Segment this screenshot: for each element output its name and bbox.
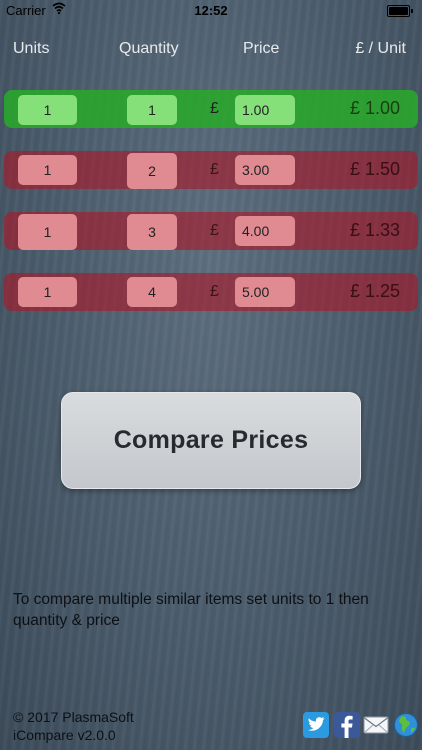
compare-prices-button[interactable]: Compare Prices [61,392,361,489]
currency-symbol: £ [210,100,219,117]
item-row-2: 1 2 £ 3.00 £ 1.50 [4,151,418,189]
instructions-text: To compare multiple similar items set un… [13,591,369,629]
footer: © 2017 PlasmaSoft iCompare v2.0.0 [13,708,134,744]
battery-fill [389,7,408,15]
currency-symbol: £ [210,283,219,300]
quantity-field[interactable]: 4 [127,277,177,307]
units-field[interactable]: 1 [18,214,77,250]
copyright-text: © 2017 PlasmaSoft [13,709,134,725]
facebook-icon[interactable] [334,712,360,738]
twitter-icon[interactable] [303,712,329,738]
column-header-quantity: Quantity [119,40,179,57]
currency-symbol: £ [210,222,219,239]
quantity-field[interactable]: 1 [127,95,177,125]
mail-icon[interactable] [363,712,389,738]
price-field[interactable]: 4.00 [235,216,295,246]
price-field[interactable]: 3.00 [235,155,295,185]
column-header-price-per-unit: £ / Unit [355,40,406,57]
price-per-unit: £ 1.00 [349,98,400,118]
version-text: iCompare v2.0.0 [13,727,116,743]
price-per-unit: £ 1.33 [349,220,400,240]
battery-icon [387,5,413,17]
units-field[interactable]: 1 [18,95,77,125]
price-field[interactable]: 1.00 [235,95,295,125]
units-field[interactable]: 1 [18,277,77,307]
price-per-unit: £ 1.50 [349,159,400,179]
battery-nub [411,9,413,13]
units-field[interactable]: 1 [18,155,77,185]
status-bar: Carrier 12:52 [0,0,422,22]
quantity-field[interactable]: 2 [127,153,177,189]
column-header-units: Units [13,40,50,57]
item-row-4: 1 4 £ 5.00 £ 1.25 [4,273,418,311]
web-icon[interactable] [393,712,419,738]
column-header-price: Price [243,40,280,57]
quantity-field[interactable]: 3 [127,214,177,250]
price-per-unit: £ 1.25 [349,281,400,301]
item-row-3: 1 3 £ 4.00 £ 1.33 [4,212,418,250]
item-row-1: 1 1 £ 1.00 £ 1.00 [4,90,418,128]
price-field[interactable]: 5.00 [235,277,295,307]
currency-symbol: £ [210,161,219,178]
status-time: 12:52 [194,3,228,18]
